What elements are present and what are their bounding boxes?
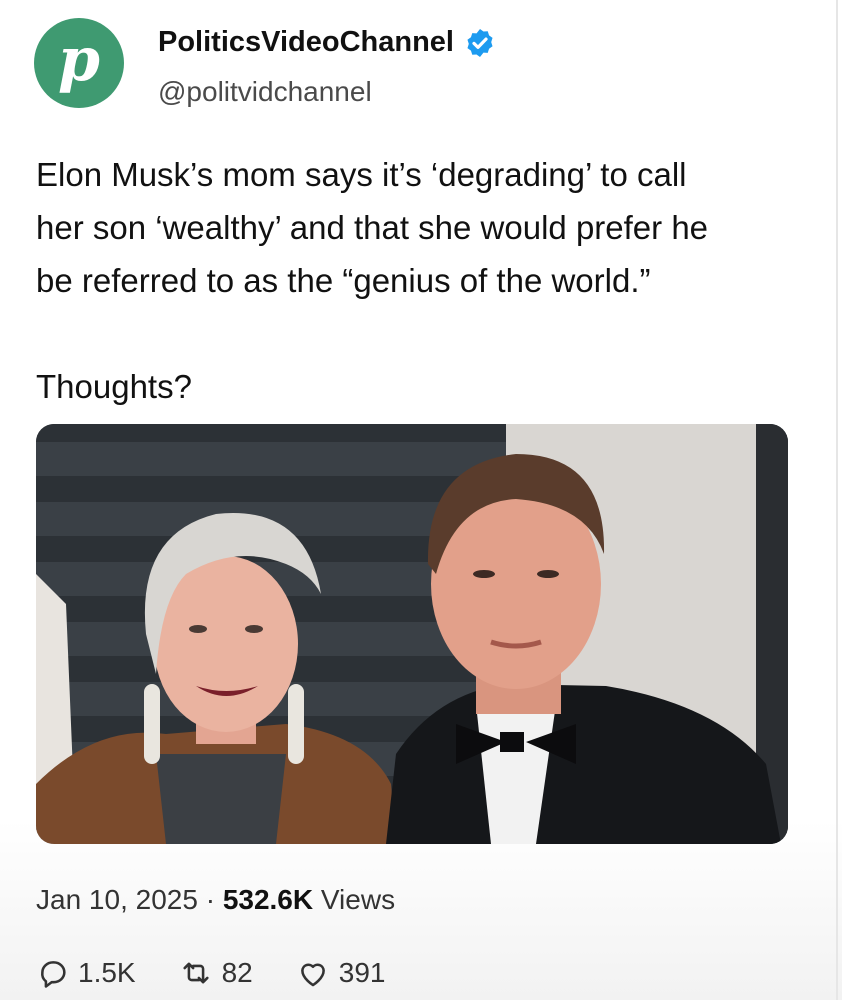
author-handle[interactable]: @politvidchannel	[158, 76, 372, 108]
post-text-line: her son ‘wealthy’ and that she would pre…	[36, 209, 709, 246]
heart-icon	[300, 963, 325, 987]
repost-count: 82	[221, 957, 253, 988]
post-text-line: Elon Musk’s mom says it’s ‘degrading’ to…	[36, 156, 687, 193]
post-question: Thoughts?	[36, 368, 192, 405]
post-photo-illustration	[36, 424, 788, 844]
meta-separator: ·	[205, 884, 216, 915]
post-card: p PoliticsVideoChannel @politvidchannel …	[0, 0, 842, 1000]
reply-button[interactable]: 1.5K	[36, 956, 136, 990]
like-count: 391	[338, 957, 386, 988]
views-count: 532.6K	[222, 884, 314, 915]
avatar-letter: p	[58, 25, 100, 95]
post-text: Elon Musk’s mom says it’s ‘degrading’ to…	[36, 148, 806, 413]
repost-icon	[183, 962, 209, 984]
author-name-row[interactable]: PoliticsVideoChannel	[158, 26, 496, 59]
card-edge	[836, 0, 838, 1000]
post-image[interactable]	[36, 424, 788, 844]
repost-button[interactable]: 82	[178, 956, 253, 990]
verified-badge-icon	[467, 28, 493, 57]
views-label: Views	[320, 884, 396, 915]
reply-icon	[41, 961, 66, 988]
avatar[interactable]: p	[34, 18, 124, 108]
post-actions: 1.5K 82 391	[36, 950, 427, 996]
like-button[interactable]: 391	[295, 956, 386, 990]
post-text-line: be referred to as the “genius of the wor…	[36, 262, 651, 299]
author-display-name[interactable]: PoliticsVideoChannel	[158, 26, 454, 59]
reply-count: 1.5K	[78, 957, 136, 988]
post-meta: Jan 10, 2025 · 532.6K Views	[36, 884, 395, 916]
post-date[interactable]: Jan 10, 2025	[36, 884, 198, 915]
